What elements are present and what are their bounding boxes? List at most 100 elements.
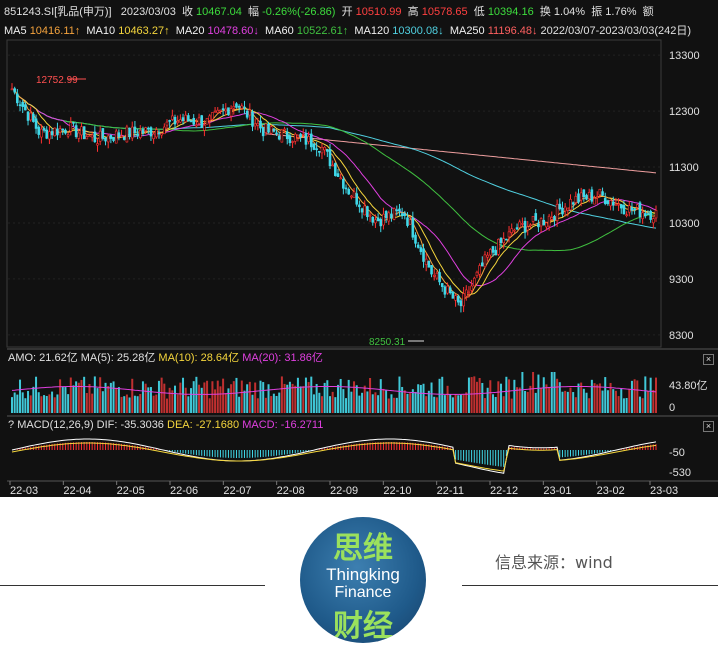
y-tick-label: 9300 — [669, 274, 693, 286]
macd-help-icon[interactable]: ? — [8, 419, 14, 431]
candle-body — [390, 213, 393, 219]
candle-body — [13, 88, 16, 93]
macd-histogram-bar — [246, 450, 248, 458]
macd-histogram-bar — [19, 448, 21, 450]
macd-histogram-bar — [182, 450, 184, 454]
macd-histogram-bar — [463, 450, 465, 461]
volume-bar — [262, 382, 265, 413]
candle-body — [10, 88, 14, 91]
candle-body — [593, 198, 596, 205]
macd-histogram-bar — [468, 450, 470, 462]
candle-body — [21, 101, 24, 107]
candle-body — [293, 133, 297, 142]
volume-bar — [588, 398, 591, 413]
candle-body — [558, 203, 562, 210]
volume-bar — [211, 381, 214, 413]
candle-body — [122, 136, 126, 140]
candle-body — [531, 216, 535, 222]
candle-body — [625, 214, 628, 216]
volume-bar — [187, 396, 190, 413]
macd-close-button[interactable]: × — [703, 421, 714, 432]
macd-histogram-bar — [171, 450, 173, 452]
volume-bar — [564, 390, 567, 413]
macd-histogram-bar — [297, 450, 299, 453]
candle-body — [598, 188, 602, 196]
candle-body — [24, 104, 27, 111]
amo-close-button[interactable]: × — [703, 354, 714, 365]
macd-histogram-bar — [650, 444, 652, 450]
volume-bar — [403, 390, 406, 413]
low-annotation: 8250.31 — [369, 337, 406, 348]
volume-bar — [48, 394, 51, 413]
candle-body — [37, 126, 41, 135]
volume-bar — [294, 385, 297, 413]
macd-histogram-bar — [503, 450, 505, 467]
candle-body — [408, 219, 412, 225]
volume-bar — [342, 389, 345, 413]
x-tick-label: 22-04 — [63, 485, 91, 497]
volume-bar — [43, 395, 46, 413]
candle-body — [339, 177, 342, 180]
volume-bar — [604, 377, 607, 413]
candle-body — [547, 215, 551, 227]
candle-body — [499, 237, 503, 244]
volume-bar — [449, 394, 452, 413]
candle-body — [414, 234, 417, 244]
candle-body — [56, 128, 59, 136]
volume-bar — [417, 384, 420, 413]
macd-histogram-bar — [500, 450, 502, 467]
volume-bar — [267, 384, 270, 413]
candle-body — [451, 291, 455, 299]
candle-body — [104, 137, 107, 142]
volume-bar — [361, 392, 364, 413]
volume-bar — [37, 392, 40, 413]
volume-bar — [139, 394, 142, 413]
candle-body — [323, 146, 326, 151]
macd-histogram-bar — [460, 450, 462, 461]
candle-body — [368, 214, 372, 217]
volume-bar — [446, 385, 449, 413]
volume-bar — [462, 394, 465, 413]
candle-body — [601, 191, 604, 196]
volume-bar — [315, 384, 318, 413]
volume-bar — [91, 393, 94, 413]
candle-body — [363, 205, 367, 216]
volume-bar — [152, 395, 155, 413]
candle-body — [577, 193, 580, 203]
candle-body — [360, 208, 364, 213]
volume-bar — [625, 397, 628, 413]
volume-bar — [16, 394, 19, 413]
candle-body — [486, 254, 489, 258]
candle-body — [331, 164, 334, 167]
candle-body — [374, 219, 377, 224]
candle-body — [189, 120, 193, 123]
y-tick-label: 11300 — [669, 162, 699, 174]
macd-histogram-bar — [219, 450, 221, 458]
volume-bar — [195, 376, 198, 413]
volume-bar — [128, 397, 131, 413]
candle-body — [483, 254, 487, 267]
candle-body — [398, 208, 401, 212]
macd-histogram-bar — [195, 450, 197, 456]
macd-histogram-bar — [572, 450, 574, 457]
candle-body — [64, 129, 67, 134]
x-tick-label: 22-08 — [277, 485, 305, 497]
volume-bar — [467, 377, 470, 413]
candle-body — [269, 126, 273, 134]
volume-bar — [369, 377, 372, 413]
macd-legend: ? MACD(12,26,9) DIF: -35.3036 DEA: -27.1… — [8, 418, 323, 432]
candle-body — [574, 196, 578, 203]
volume-bar — [334, 397, 337, 413]
volume-bar — [612, 389, 615, 413]
candle-body — [395, 209, 399, 212]
candle-body — [537, 223, 540, 228]
candle-body — [387, 212, 391, 222]
volume-bar — [537, 374, 540, 413]
macd-histogram-bar — [201, 450, 203, 456]
volume-bar — [556, 378, 559, 413]
candle-body — [526, 226, 530, 231]
macd-histogram-bar — [281, 450, 283, 455]
candle-body — [630, 207, 634, 211]
volume-bar — [387, 398, 390, 413]
logo-cn-bottom: 财经 — [333, 609, 393, 643]
